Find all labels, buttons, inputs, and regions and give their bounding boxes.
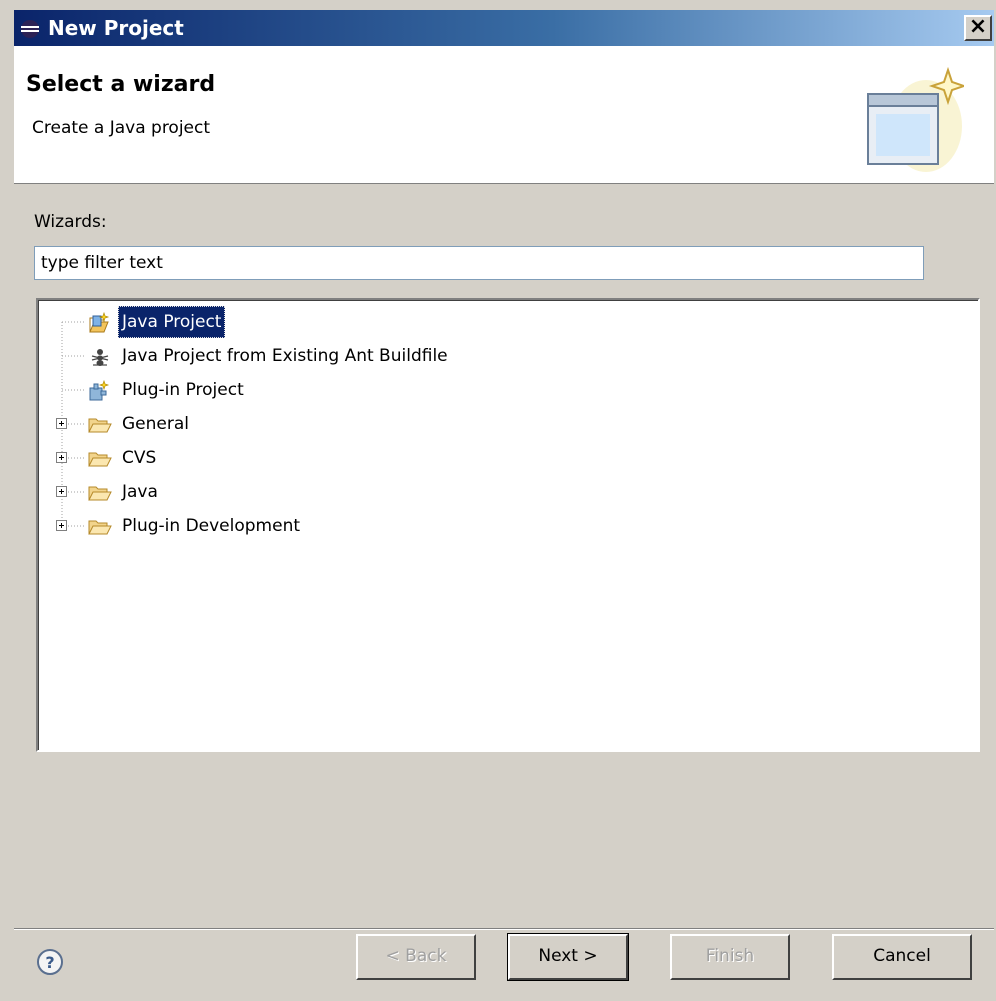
expand-icon[interactable] xyxy=(56,520,67,531)
page-description: Create a Java project xyxy=(32,118,211,138)
help-icon[interactable]: ? xyxy=(36,948,64,980)
tree-item-general[interactable]: General xyxy=(38,408,978,440)
wizard-tree[interactable]: Java Project Java Project from Existing … xyxy=(36,298,980,752)
tree-item-plugin-project[interactable]: Plug-in Project xyxy=(38,374,978,406)
window-title: New Project xyxy=(48,16,184,40)
tree-item-plugin-development[interactable]: Plug-in Development xyxy=(38,510,978,542)
tree-item-label: Java xyxy=(122,482,158,502)
tree-item-label: CVS xyxy=(122,448,157,468)
tree-item-java[interactable]: Java xyxy=(38,476,978,508)
finish-button[interactable]: Finish xyxy=(670,934,790,980)
tree-item-label: Plug-in Development xyxy=(122,516,301,536)
filter-input[interactable] xyxy=(34,246,924,280)
close-button[interactable]: × xyxy=(964,15,992,41)
cancel-button[interactable]: Cancel xyxy=(832,934,972,980)
button-bar-separator xyxy=(14,928,994,930)
new-wizard-banner-icon xyxy=(864,64,968,178)
expand-icon[interactable] xyxy=(56,452,67,463)
tree-item-label: Java Project xyxy=(118,306,226,338)
expand-icon[interactable] xyxy=(56,418,67,429)
expand-icon[interactable] xyxy=(56,486,67,497)
wizard-banner: Select a wizard Create a Java project xyxy=(14,46,994,184)
tree-item-ant-buildfile[interactable]: Java Project from Existing Ant Buildfile xyxy=(38,340,978,372)
folder-icon xyxy=(88,516,112,548)
back-button[interactable]: < Back xyxy=(356,934,476,980)
next-button[interactable]: Next > xyxy=(507,933,629,981)
tree-item-label: Plug-in Project xyxy=(122,380,244,400)
title-bar[interactable]: New Project × xyxy=(14,10,994,46)
page-title: Select a wizard xyxy=(26,72,216,97)
tree-item-label: General xyxy=(122,414,189,434)
tree-item-label: Java Project from Existing Ant Buildfile xyxy=(122,346,448,366)
svg-text:?: ? xyxy=(45,953,54,972)
tree-item-cvs[interactable]: CVS xyxy=(38,442,978,474)
tree-item-java-project[interactable]: Java Project xyxy=(38,306,978,338)
eclipse-icon xyxy=(20,19,40,43)
wizards-label: Wizards: xyxy=(34,212,107,232)
